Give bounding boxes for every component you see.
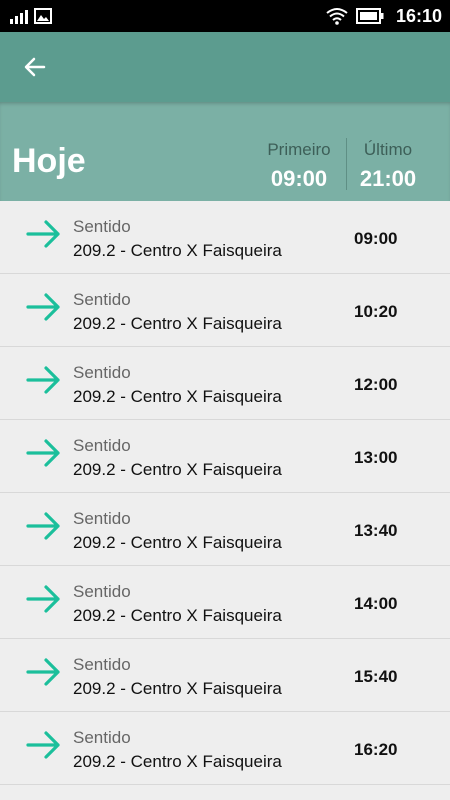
signal-icon — [10, 10, 28, 24]
departure-row[interactable]: Sentido 209.2 - Centro X Faisqueira 09:0… — [0, 201, 450, 274]
direction-caption: Sentido — [73, 655, 131, 674]
departure-time: 13:40 — [354, 521, 398, 540]
status-time: 16:10 — [395, 5, 442, 26]
arrow-right-icon — [26, 585, 60, 613]
status-left — [10, 8, 52, 24]
departure-time: 10:20 — [354, 302, 398, 321]
status-bar: 16:10 — [0, 0, 450, 32]
route-name: 209.2 - Centro X Faisqueira — [73, 606, 282, 625]
arrow-left-icon — [24, 57, 46, 77]
first-label: Primeiro — [267, 140, 331, 159]
direction-caption: Sentido — [73, 436, 131, 455]
route-name: 209.2 - Centro X Faisqueira — [73, 314, 282, 333]
app-toolbar — [0, 32, 450, 102]
departure-list: Sentido 209.2 - Centro X Faisqueira 09:0… — [0, 201, 450, 785]
last-time: 21:00 — [359, 166, 417, 191]
first-departure: Primeiro 09:00 — [252, 140, 346, 192]
departure-row[interactable]: Sentido 209.2 - Centro X Faisqueira 13:0… — [0, 420, 450, 493]
departure-row[interactable]: Sentido 209.2 - Centro X Faisqueira 14:0… — [0, 566, 450, 639]
departure-row[interactable]: Sentido 209.2 - Centro X Faisqueira 12:0… — [0, 347, 450, 420]
departure-time: 14:00 — [354, 594, 398, 613]
arrow-right-icon — [26, 731, 60, 759]
schedule-summary: Hoje Primeiro 09:00 Último 21:00 — [0, 102, 450, 201]
last-label: Último — [363, 140, 413, 159]
arrow-right-icon — [26, 293, 60, 321]
first-time: 09:00 — [270, 166, 328, 191]
direction-caption: Sentido — [73, 290, 131, 309]
departure-time: 12:00 — [354, 375, 398, 394]
direction-caption: Sentido — [73, 217, 131, 236]
arrow-right-icon — [26, 512, 60, 540]
route-name: 209.2 - Centro X Faisqueira — [73, 241, 282, 260]
route-name: 209.2 - Centro X Faisqueira — [73, 460, 282, 479]
departure-row[interactable]: Sentido 209.2 - Centro X Faisqueira 15:4… — [0, 639, 450, 712]
arrow-right-icon — [26, 658, 60, 686]
departure-time: 09:00 — [354, 229, 398, 248]
departure-row[interactable]: Sentido 209.2 - Centro X Faisqueira 10:2… — [0, 274, 450, 347]
wifi-icon — [326, 8, 348, 25]
departure-time: 15:40 — [354, 667, 398, 686]
route-name: 209.2 - Centro X Faisqueira — [73, 679, 282, 698]
departure-row[interactable]: Sentido 209.2 - Centro X Faisqueira 13:4… — [0, 493, 450, 566]
route-name: 209.2 - Centro X Faisqueira — [73, 752, 282, 771]
direction-caption: Sentido — [73, 509, 131, 528]
status-right: 16:10 — [326, 0, 442, 32]
day-title: Hoje — [12, 142, 86, 180]
route-name: 209.2 - Centro X Faisqueira — [73, 533, 282, 552]
arrow-right-icon — [26, 366, 60, 394]
route-name: 209.2 - Centro X Faisqueira — [73, 387, 282, 406]
departure-row[interactable]: Sentido 209.2 - Centro X Faisqueira 16:2… — [0, 712, 450, 785]
back-button[interactable] — [18, 50, 52, 84]
battery-icon — [355, 8, 384, 24]
departure-time: 16:20 — [354, 740, 398, 759]
image-icon — [34, 8, 52, 24]
last-departure: Último 21:00 — [348, 140, 428, 192]
direction-caption: Sentido — [73, 728, 131, 747]
arrow-right-icon — [26, 439, 60, 467]
departure-time: 13:00 — [354, 448, 398, 467]
direction-caption: Sentido — [73, 363, 131, 382]
arrow-right-icon — [26, 220, 60, 248]
summary-divider — [346, 138, 347, 190]
direction-caption: Sentido — [73, 582, 131, 601]
